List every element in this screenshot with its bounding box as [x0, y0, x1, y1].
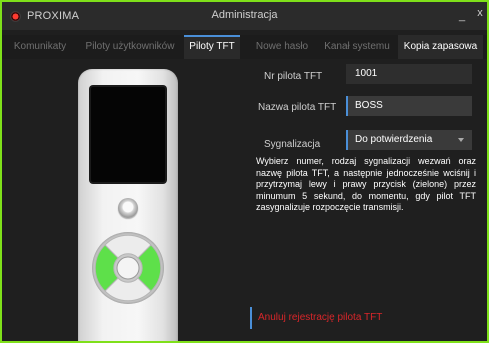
remote-screen: [91, 87, 165, 182]
tab-nowe-haslo[interactable]: Nowe hasło: [248, 35, 316, 59]
tab-piloty-tft[interactable]: Piloty TFT: [184, 35, 240, 59]
chevron-down-icon: [458, 138, 464, 142]
remote-number-field[interactable]: 1001: [346, 64, 472, 84]
remote-illustration: [12, 59, 240, 341]
dpad-center-button: [116, 256, 140, 280]
window-title: Administracja: [211, 9, 278, 21]
tft-remote-image: [78, 69, 178, 341]
signal-type-value: Do potwierdzenia: [355, 134, 433, 145]
remote-name-label: Nazwa pilota TFT: [258, 102, 337, 113]
signal-type-select[interactable]: Do potwierdzenia: [346, 130, 472, 150]
remote-dpad: [92, 232, 164, 304]
remote-name-field[interactable]: BOSS: [346, 96, 472, 116]
title-bar: PROXIMA Administracja _ x: [2, 2, 487, 30]
remote-number-label: Nr pilota TFT: [264, 71, 323, 82]
dpad-buttons-icon: [94, 234, 162, 302]
tab-kopia-zapasowa[interactable]: Kopia zapasowa: [398, 35, 483, 59]
admin-window: PROXIMA Administracja _ x Komunikaty Pil…: [2, 2, 487, 341]
tab-bar: Komunikaty Piloty użytkowników Piloty TF…: [2, 35, 487, 59]
tab-komunikaty[interactable]: Komunikaty: [6, 35, 74, 59]
minimize-button[interactable]: _: [456, 10, 468, 22]
tab-piloty-uzytkownikow[interactable]: Piloty użytkowników: [80, 35, 180, 59]
cancel-registration-button[interactable]: Anuluj rejestrację pilota TFT: [250, 307, 382, 329]
remote-center-small-button: [118, 198, 138, 218]
close-button[interactable]: x: [474, 7, 486, 19]
signal-type-label: Sygnalizacja: [264, 139, 321, 150]
registration-instructions: Wybierz numer, rodzaj sygnalizacji wezwa…: [256, 156, 476, 212]
tab-kanal-systemu[interactable]: Kanał systemu: [320, 35, 394, 59]
